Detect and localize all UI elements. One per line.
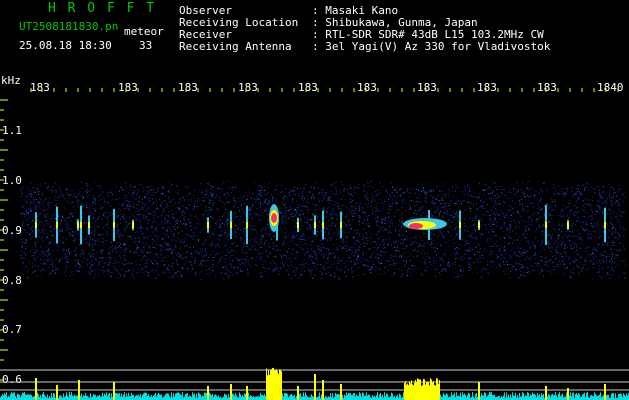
meteor-echo-core	[478, 222, 480, 228]
meteor-echo-core	[80, 222, 82, 228]
meteor-echo-core	[35, 222, 37, 228]
meteor-echo-core	[132, 222, 134, 228]
waterfall-display	[0, 88, 629, 400]
meteor-echo-core	[88, 222, 90, 228]
meteor-echo-large-center	[409, 223, 423, 229]
meteor-echo-core	[459, 222, 461, 228]
meteor-echo-core	[230, 222, 232, 228]
meteor-echo-core	[545, 222, 547, 228]
meteor-echo-core	[297, 222, 299, 228]
meteor-echo-core	[113, 222, 115, 228]
meteor-echo-core	[56, 222, 58, 228]
meteor-echo-core	[207, 222, 209, 228]
meteor-echo-core	[340, 222, 342, 228]
meteor-echo-core	[246, 222, 248, 228]
meteor-echo-core	[77, 222, 79, 228]
meteor-echo-large-center	[271, 213, 277, 223]
meteor-echo-core	[322, 222, 324, 228]
meteor-echo-core	[567, 222, 569, 228]
detection-peaks	[35, 368, 606, 400]
meteor-echo-core	[604, 222, 606, 228]
meteor-echo-core	[314, 222, 316, 228]
